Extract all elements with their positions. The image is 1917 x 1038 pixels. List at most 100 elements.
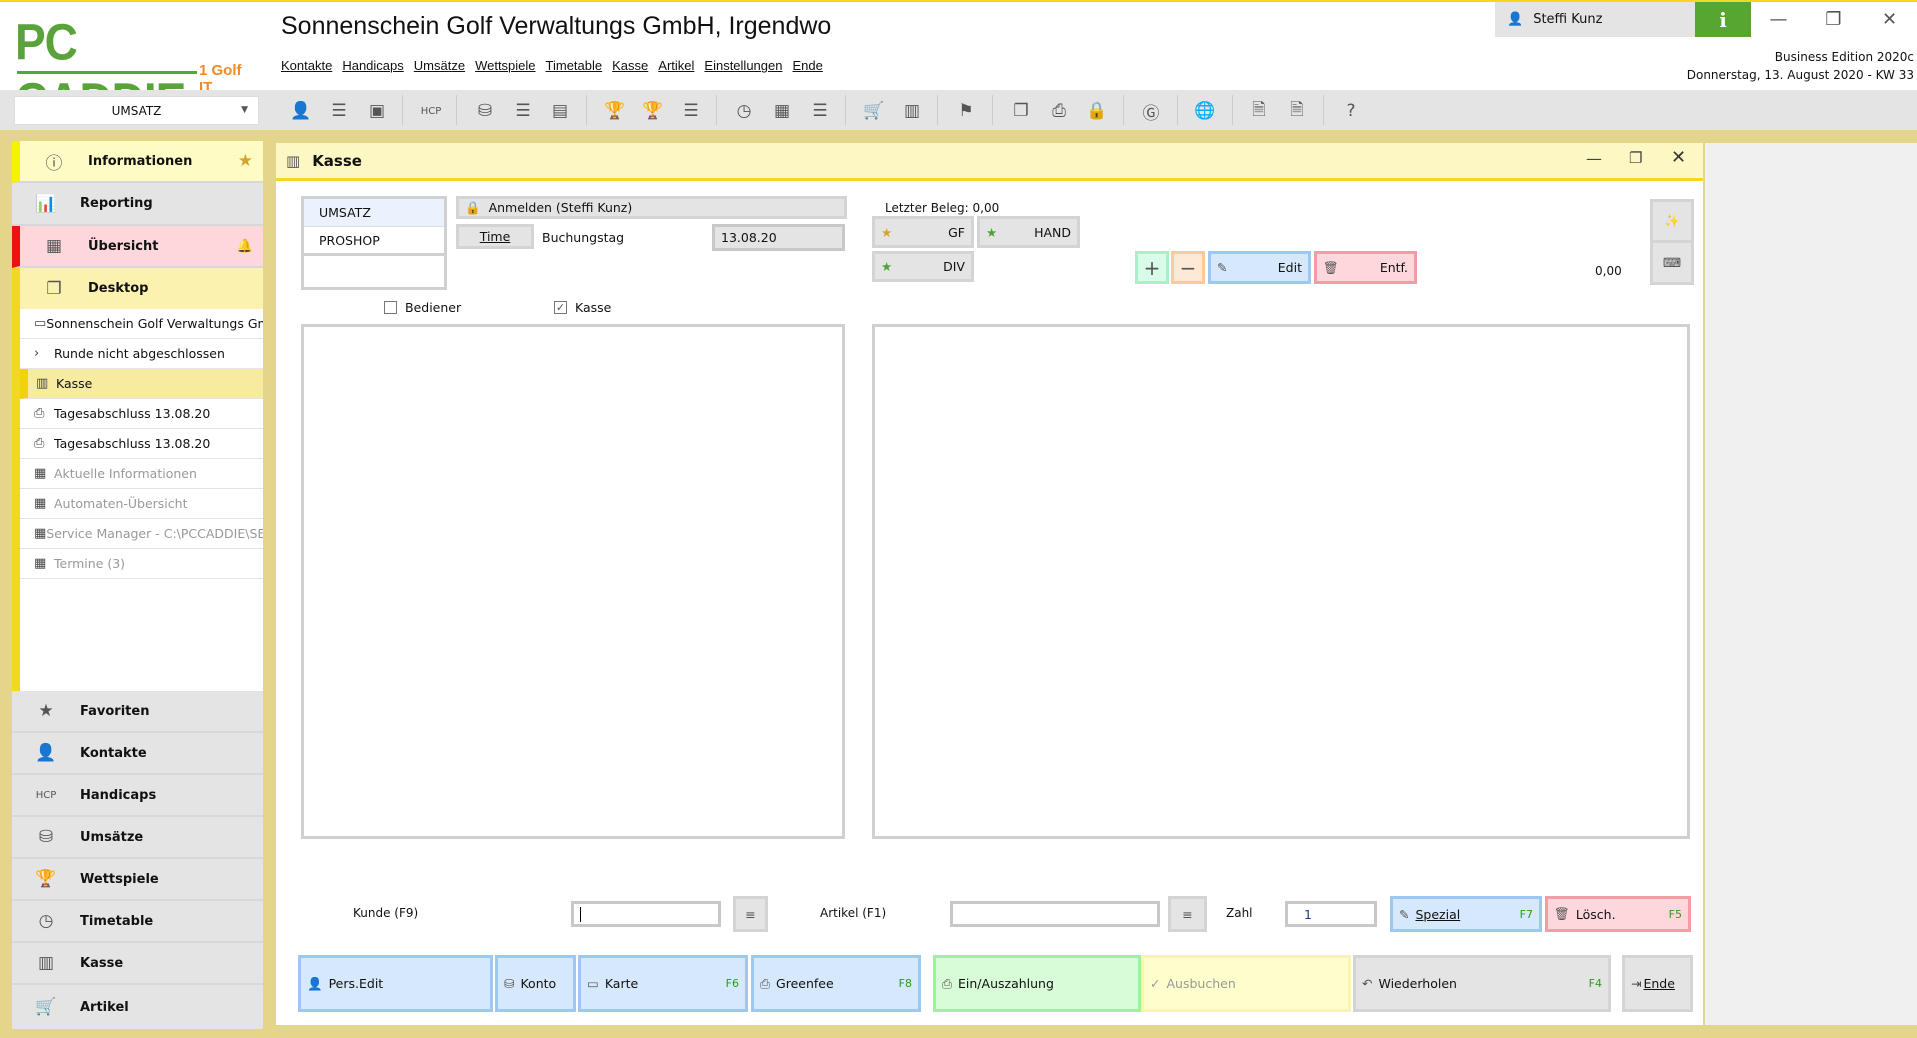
sidebar-item-kontakte[interactable]: 👤 Kontakte (12, 733, 263, 775)
desktop-item[interactable]: › Runde nicht abgeschlossen (20, 339, 263, 369)
windows-icon[interactable]: ❐ (1008, 98, 1034, 124)
sidebar-item-wettspiele[interactable]: 🏆 Wettspiele (12, 859, 263, 901)
list-option-proshop[interactable]: PROSHOP (304, 227, 444, 256)
sidebar-item-artikel[interactable]: 🛒 Artikel (12, 985, 263, 1029)
contact-icon[interactable]: 👤 (288, 98, 314, 124)
gf-button[interactable]: ★ GF (872, 216, 974, 248)
sidebar-item-handicaps[interactable]: HCP Handicaps (12, 775, 263, 817)
window-restore-button[interactable]: ❐ (1629, 149, 1642, 167)
excel-icon[interactable]: 🗎 (1284, 98, 1310, 124)
keyboard-button[interactable]: ⌨ (1650, 243, 1694, 285)
print-icon[interactable]: ⎙ (1046, 98, 1072, 124)
bediener-checkbox[interactable]: Bediener (384, 300, 461, 315)
kunde-input[interactable] (571, 901, 721, 927)
desktop-item[interactable]: ▦ Aktuelle Informationen (20, 459, 263, 489)
greenfee-button[interactable]: ⎙ Greenfee F8 (751, 955, 921, 1012)
wiederholen-button[interactable]: ↶ Wiederholen F4 (1353, 955, 1611, 1012)
help-icon[interactable]: ? (1338, 98, 1364, 124)
desktop-item[interactable]: ⎙ Tagesabschluss 13.08.20 (20, 429, 263, 459)
menu-handicaps[interactable]: Handicaps (342, 58, 403, 73)
list-icon[interactable]: ☰ (807, 98, 833, 124)
ein-auszahlung-button[interactable]: ⎙ Ein/Auszahlung (933, 955, 1141, 1012)
checkbox-checked[interactable]: ✓ (554, 301, 567, 314)
flag-icon[interactable]: ⚑ (953, 98, 979, 124)
sidebar-item-desktop[interactable]: ❐ Desktop (12, 268, 263, 309)
login-button[interactable]: 🔒 Anmelden (Steffi Kunz) (456, 196, 847, 219)
module-dropdown[interactable]: UMSATZ ▼ (14, 96, 259, 125)
minus-button[interactable]: − (1171, 251, 1205, 284)
desktop-item[interactable]: ▭ Sonnenschein Golf Verwaltungs GmbH (20, 309, 263, 339)
artikel-list-button[interactable]: ≡ (1168, 896, 1207, 932)
buchungstag-field[interactable]: 13.08.20 (712, 224, 845, 251)
desktop-item[interactable]: ⎙ Tagesabschluss 13.08.20 (20, 399, 263, 429)
ausbuchen-button[interactable]: ✓ Ausbuchen (1141, 955, 1351, 1012)
menu-einstellungen[interactable]: Einstellungen (704, 58, 782, 73)
trophy-icon[interactable]: 🏆 (602, 98, 628, 124)
sidebar-item-uebersicht[interactable]: ▦ Übersicht 🔔 (12, 226, 263, 268)
menu-artikel[interactable]: Artikel (658, 58, 694, 73)
loesch-button[interactable]: 🗑 Lösch. F5 (1545, 896, 1691, 932)
list-option-umsatz[interactable]: UMSATZ (304, 199, 444, 227)
time-button[interactable]: Time (456, 224, 534, 249)
menu-umsaetze[interactable]: Umsätze (414, 58, 465, 73)
checkbox-unchecked[interactable] (384, 301, 397, 314)
g-circle-icon[interactable]: Ⓖ (1138, 98, 1164, 124)
left-list-panel[interactable] (301, 324, 845, 839)
menu-ende[interactable]: Ende (792, 58, 822, 73)
user-button[interactable]: 👤 Steffi Kunz (1495, 2, 1695, 37)
sidebar-item-reporting[interactable]: 📊 Reporting (12, 183, 263, 226)
globe-icon[interactable]: 🌐 (1192, 98, 1218, 124)
calendar-icon[interactable]: ▦ (769, 98, 795, 124)
cash-register-icon[interactable]: ▥ (899, 98, 925, 124)
receipt-panel[interactable] (872, 324, 1690, 839)
cart-icon[interactable]: 🛒 (861, 98, 887, 124)
desktop-item[interactable]: ▦ Automaten-Übersicht (20, 489, 263, 519)
window-close-button[interactable]: ✕ (1671, 147, 1686, 168)
star-icon[interactable]: ★ (238, 151, 253, 171)
menu-wettspiele[interactable]: Wettspiele (475, 58, 535, 73)
spezial-button[interactable]: ✎ Spezial F7 (1390, 896, 1542, 932)
list-icon[interactable]: ☰ (510, 98, 536, 124)
ende-button[interactable]: ⇥ Ende (1622, 955, 1693, 1012)
artikel-input[interactable] (950, 901, 1160, 927)
hcp-icon[interactable]: HCP (418, 98, 444, 124)
karte-button[interactable]: ▭ Karte F6 (578, 955, 748, 1012)
restore-button[interactable]: ❐ (1806, 2, 1861, 37)
sidebar-item-umsaetze[interactable]: ⛁ Umsätze (12, 817, 263, 859)
timetable-icon[interactable]: ◷ (731, 98, 757, 124)
sidebar-item-favoriten[interactable]: ★ Favoriten (12, 691, 263, 733)
desktop-item-active[interactable]: ▥ Kasse (20, 369, 263, 399)
desktop-item[interactable]: ▦ Termine (3) (20, 549, 263, 579)
desktop-item[interactable]: ▦Service Manager - C:\PCCADDIE\SERVICE (20, 519, 263, 549)
list-icon[interactable]: ☰ (326, 98, 352, 124)
sidebar-item-kasse[interactable]: ▥ Kasse (12, 943, 263, 985)
trophy-outline-icon[interactable]: 🏆 (640, 98, 666, 124)
contact-card-icon[interactable]: ▣ (364, 98, 390, 124)
window-minimize-button[interactable]: — (1586, 149, 1602, 168)
zahl-input[interactable]: 1 (1285, 901, 1377, 927)
close-app-button[interactable]: ✕ (1862, 2, 1917, 37)
edit-button[interactable]: ✎ Edit (1208, 251, 1311, 284)
pers-edit-button[interactable]: 👤 Pers.Edit (298, 955, 493, 1012)
coins-icon[interactable]: ⛁ (472, 98, 498, 124)
word-icon[interactable]: 🗎 (1246, 98, 1272, 124)
bell-icon[interactable]: 🔔 (237, 239, 253, 254)
menu-kontakte[interactable]: Kontakte (281, 58, 332, 73)
entf-button[interactable]: 🗑 Entf. (1314, 251, 1417, 284)
minimize-button[interactable]: — (1751, 2, 1806, 37)
lock-icon[interactable]: 🔒 (1084, 98, 1110, 124)
menu-timetable[interactable]: Timetable (546, 58, 603, 73)
menu-kasse[interactable]: Kasse (612, 58, 648, 73)
document-icon[interactable]: ▤ (547, 98, 573, 124)
list-icon[interactable]: ☰ (678, 98, 704, 124)
div-button[interactable]: ★ DIV (872, 251, 974, 282)
magic-wand-button[interactable]: ✨ (1650, 199, 1694, 243)
konto-button[interactable]: ⛁ Konto (495, 955, 576, 1012)
sidebar-item-timetable[interactable]: ◷ Timetable (12, 901, 263, 943)
sidebar-item-informationen[interactable]: ⓘ Informationen ★ (12, 141, 263, 183)
kunde-list-button[interactable]: ≡ (733, 896, 768, 932)
hand-button[interactable]: ★ HAND (977, 216, 1080, 248)
plus-button[interactable]: + (1135, 251, 1169, 284)
kasse-checkbox[interactable]: ✓ Kasse (554, 300, 611, 315)
info-button[interactable]: i (1695, 2, 1751, 37)
